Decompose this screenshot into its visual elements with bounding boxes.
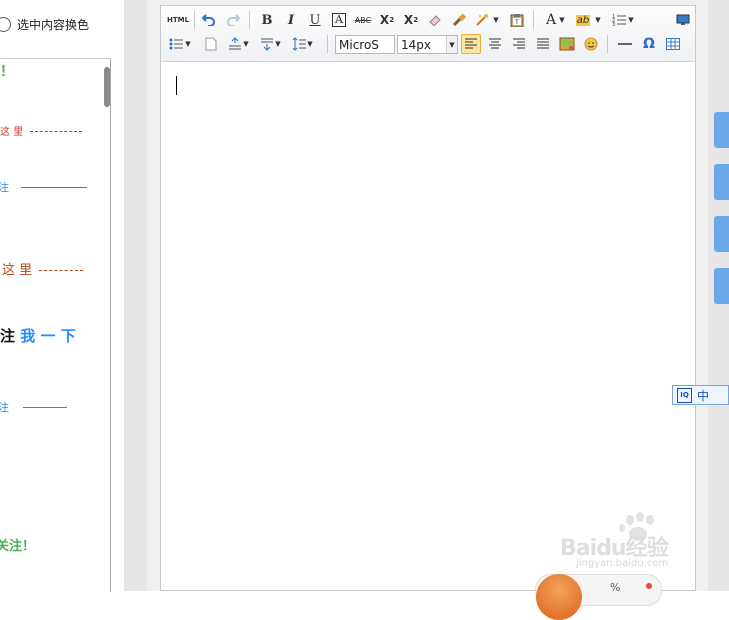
table-icon[interactable] [663, 34, 683, 54]
font-family-select[interactable]: MicroS [335, 35, 395, 54]
chevron-down-icon[interactable]: ▼ [626, 10, 636, 30]
style-item-2[interactable]: 这 里 [0, 123, 83, 138]
editor-toolbar: HTML B I U A ABC X2 X2 ▼ T A ▼ ab ▼ 123 … [161, 6, 695, 62]
ime-mode-label: 中 [697, 388, 710, 403]
baidu-jingyan-watermark: Baidu经验 jingyan.baidu.com [560, 510, 690, 580]
format-painter-icon[interactable] [449, 10, 469, 30]
autotypeset-icon[interactable] [473, 10, 493, 30]
font-size-select[interactable]: 14px ▼ [397, 35, 458, 54]
style-item-text: 注 [0, 181, 9, 194]
widget-dot [646, 583, 652, 589]
align-right-icon[interactable] [509, 34, 529, 54]
radio-button[interactable] [0, 17, 11, 32]
radio-label: 选中内容换色 [17, 18, 90, 32]
scrollbar-thumb[interactable] [104, 67, 110, 107]
toolbar-separator [607, 35, 608, 53]
chevron-down-icon[interactable]: ▼ [446, 36, 457, 53]
bold-icon[interactable]: B [257, 10, 277, 30]
style-item-1[interactable]: ！ [0, 61, 14, 81]
style-item-prefix: 注 [0, 327, 16, 345]
style-item-5[interactable]: 注 我 一 下 [0, 325, 76, 346]
color-change-option[interactable]: 选中内容换色 [0, 16, 89, 33]
left-gutter [124, 0, 147, 591]
toolbar-separator [249, 11, 250, 29]
chevron-down-icon[interactable]: ▼ [557, 10, 567, 30]
redo-icon[interactable] [223, 10, 243, 30]
superscript-icon[interactable]: X2 [377, 10, 397, 30]
side-tab-1[interactable] [714, 112, 729, 148]
align-center-icon[interactable] [485, 34, 505, 54]
italic-icon[interactable]: I [281, 10, 301, 30]
undo-icon[interactable] [199, 10, 219, 30]
html-source-button[interactable]: HTML [166, 10, 190, 30]
rich-text-editor: HTML B I U A ABC X2 X2 ▼ T A ▼ ab ▼ 123 … [160, 5, 696, 591]
chevron-down-icon[interactable]: ▼ [593, 10, 603, 30]
eraser-icon[interactable] [425, 10, 445, 30]
new-page-icon[interactable] [201, 34, 221, 54]
style-item-text: 关注！ [0, 539, 36, 554]
image-icon[interactable] [557, 34, 577, 54]
side-tab-3[interactable] [714, 216, 729, 252]
ime-indicator[interactable]: IQ 中 [672, 385, 729, 405]
style-item-text: 我 一 下 [20, 327, 76, 345]
chevron-down-icon[interactable]: ▼ [305, 34, 315, 54]
horizontal-rule-icon[interactable] [615, 34, 635, 54]
paste-plain-icon[interactable]: T [507, 10, 527, 30]
toolbar-separator [533, 11, 534, 29]
emoticon-icon[interactable] [581, 34, 601, 54]
subscript-icon[interactable]: X2 [401, 10, 421, 30]
style-item-3[interactable]: 注 [0, 179, 87, 195]
chevron-down-icon[interactable]: ▼ [273, 34, 283, 54]
style-item-text: ！ [0, 64, 14, 80]
toolbar-separator [327, 35, 328, 53]
left-options-bar: 选中内容换色 [0, 0, 120, 55]
style-list-panel[interactable]: ！ 这 里 注 这 里 注 我 一 下 注 关注！ [0, 58, 111, 592]
watermark-url: jingyan.baidu.com [576, 558, 669, 569]
chevron-down-icon[interactable]: ▼ [183, 34, 193, 54]
divider-line [22, 407, 67, 408]
style-item-6[interactable]: 注 [0, 399, 67, 415]
special-chars-icon[interactable]: Ω [639, 34, 659, 54]
strikethrough-icon[interactable]: ABC [353, 10, 373, 30]
chevron-down-icon[interactable]: ▼ [241, 34, 251, 54]
widget-ball-icon[interactable] [536, 574, 582, 620]
ime-logo-icon: IQ [677, 387, 692, 403]
font-border-icon[interactable]: A [329, 10, 349, 30]
side-tab-2[interactable] [714, 164, 729, 200]
divider-line [30, 131, 83, 132]
widget-percent: % [610, 581, 621, 594]
underline-icon[interactable]: U [305, 10, 325, 30]
style-item-text: 这 里 [2, 263, 33, 278]
fullscreen-icon[interactable] [673, 10, 693, 30]
style-item-text: 这 里 [0, 127, 24, 138]
font-size-value: 14px [401, 37, 431, 52]
font-family-value: MicroS [339, 37, 379, 52]
style-item-7[interactable]: 关注！ [0, 535, 35, 554]
toolbar-separator [194, 11, 195, 29]
svg-text:3: 3 [612, 22, 615, 27]
style-item-text: 注 [0, 401, 9, 414]
text-cursor [176, 76, 177, 95]
side-tab-4[interactable] [714, 268, 729, 304]
style-item-4[interactable]: 这 里 [2, 259, 83, 278]
svg-text:T: T [514, 19, 519, 26]
highlight-color-icon[interactable]: ab [573, 10, 593, 30]
align-left-icon[interactable] [461, 34, 481, 54]
chevron-down-icon[interactable]: ▼ [491, 10, 501, 30]
divider-line [20, 187, 87, 188]
align-justify-icon[interactable] [533, 34, 553, 54]
divider-line [38, 270, 83, 271]
